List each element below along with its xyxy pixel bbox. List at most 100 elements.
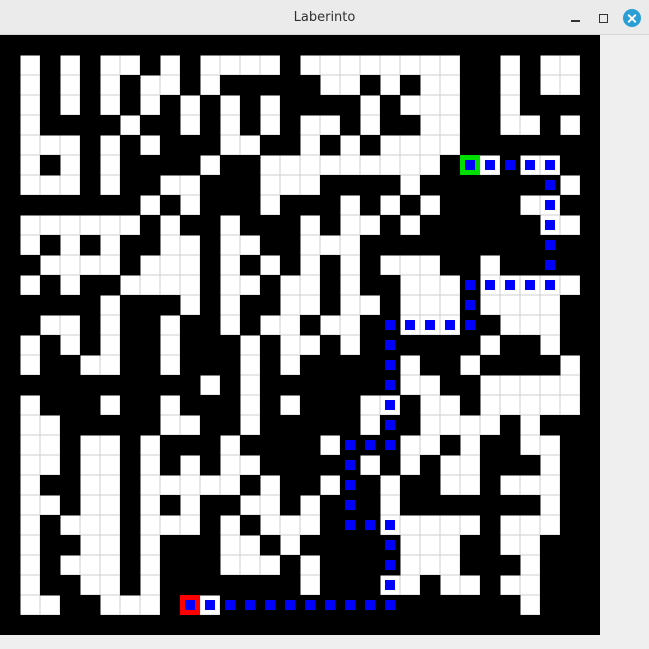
maze-wall-cell bbox=[260, 615, 281, 635]
maze-wall-cell bbox=[400, 475, 421, 496]
maze-wall-cell bbox=[540, 535, 561, 556]
maze-wall-cell bbox=[160, 115, 181, 136]
maze-wall-cell bbox=[580, 475, 600, 496]
maze-wall-cell bbox=[40, 155, 61, 176]
maze-wall-cell bbox=[160, 555, 181, 576]
maze-wall-cell bbox=[500, 455, 521, 476]
maze-wall-cell bbox=[0, 175, 21, 196]
maze-wall-cell bbox=[560, 95, 581, 116]
maze-wall-cell bbox=[0, 335, 21, 356]
maze-wall-cell bbox=[440, 175, 461, 196]
maze-wall-cell bbox=[0, 495, 21, 516]
maze-wall-cell bbox=[120, 375, 141, 396]
maze-wall-cell bbox=[200, 215, 221, 236]
maze-wall-cell bbox=[180, 75, 201, 96]
maze-wall-cell bbox=[560, 155, 581, 176]
maze-wall-cell bbox=[100, 195, 121, 216]
maze-wall-cell bbox=[280, 195, 301, 216]
maze-wall-cell bbox=[120, 515, 141, 536]
maze-wall-cell bbox=[420, 335, 441, 356]
maze-wall-cell bbox=[440, 35, 461, 56]
maze-wall-cell bbox=[300, 375, 321, 396]
maze-wall-cell bbox=[60, 595, 81, 616]
maze-wall-cell bbox=[240, 295, 261, 316]
maze-wall-cell bbox=[460, 235, 481, 256]
maze-wall-cell bbox=[320, 375, 341, 396]
maze-wall-cell bbox=[160, 375, 181, 396]
maze-wall-cell bbox=[380, 235, 401, 256]
maze-wall-cell bbox=[480, 475, 501, 496]
maze-wall-cell bbox=[500, 215, 521, 236]
maze-wall-cell bbox=[500, 135, 521, 156]
maze-wall-cell bbox=[120, 255, 141, 276]
window-titlebar[interactable]: Laberinto bbox=[0, 0, 649, 35]
maze-wall-cell bbox=[340, 355, 361, 376]
maze-wall-cell bbox=[40, 395, 61, 416]
maze-wall-cell bbox=[80, 295, 101, 316]
maze-wall-cell bbox=[220, 395, 241, 416]
maze-wall-cell bbox=[520, 355, 541, 376]
maze-wall-cell bbox=[0, 215, 21, 236]
maze-wall-cell bbox=[500, 595, 521, 616]
maze-wall-cell bbox=[460, 55, 481, 76]
maze-wall-cell bbox=[120, 475, 141, 496]
maze-wall-cell bbox=[340, 555, 361, 576]
path-marker bbox=[385, 560, 395, 570]
path-marker bbox=[385, 540, 395, 550]
maze-wall-cell bbox=[120, 355, 141, 376]
maze-wall-cell bbox=[340, 415, 361, 436]
maze-wall-cell bbox=[160, 535, 181, 556]
maze-wall-cell bbox=[340, 575, 361, 596]
maze-wall-cell bbox=[0, 515, 21, 536]
maze-wall-cell bbox=[100, 35, 121, 56]
path-marker bbox=[465, 160, 475, 170]
maze-wall-cell bbox=[500, 435, 521, 456]
maze-wall-cell bbox=[0, 295, 21, 316]
path-marker bbox=[345, 600, 355, 610]
close-icon bbox=[623, 9, 641, 27]
maze-wall-cell bbox=[320, 495, 341, 516]
maze-wall-cell bbox=[560, 455, 581, 476]
maze-wall-cell bbox=[340, 615, 361, 635]
maze-wall-cell bbox=[440, 375, 461, 396]
maze-wall-cell bbox=[260, 335, 281, 356]
maze-wall-cell bbox=[580, 275, 600, 296]
maze-wall-cell bbox=[360, 335, 381, 356]
maze-wall-cell bbox=[140, 35, 161, 56]
maze-wall-cell bbox=[500, 415, 521, 436]
maze-wall-cell bbox=[580, 55, 600, 76]
maze-wall-cell bbox=[280, 415, 301, 436]
maze-wall-cell bbox=[80, 155, 101, 176]
path-marker bbox=[305, 600, 315, 610]
maze-wall-cell bbox=[580, 575, 600, 596]
maze-wall-cell bbox=[280, 575, 301, 596]
maze-wall-cell bbox=[580, 555, 600, 576]
maze-wall-cell bbox=[0, 415, 21, 436]
maze-wall-cell bbox=[200, 335, 221, 356]
close-button[interactable] bbox=[622, 8, 642, 28]
maze-wall-cell bbox=[460, 555, 481, 576]
maximize-button[interactable] bbox=[593, 8, 613, 28]
path-marker bbox=[365, 520, 375, 530]
maze-wall-cell bbox=[300, 415, 321, 436]
maze-wall-cell bbox=[580, 615, 600, 635]
maze-wall-cell bbox=[20, 315, 41, 336]
maze-wall-cell bbox=[200, 175, 221, 196]
maze-wall-cell bbox=[80, 175, 101, 196]
maze-wall-cell bbox=[260, 135, 281, 156]
minimize-button[interactable] bbox=[565, 8, 585, 28]
maze-wall-cell bbox=[480, 195, 501, 216]
path-marker bbox=[385, 400, 395, 410]
maze-wall-cell bbox=[220, 195, 241, 216]
maze-wall-cell bbox=[320, 295, 341, 316]
maze-wall-cell bbox=[320, 555, 341, 576]
maze-wall-cell bbox=[60, 375, 81, 396]
maze-wall-cell bbox=[120, 135, 141, 156]
path-marker bbox=[245, 600, 255, 610]
maze-wall-cell bbox=[580, 235, 600, 256]
maze-wall-cell bbox=[380, 295, 401, 316]
maze-wall-cell bbox=[580, 255, 600, 276]
maze-wall-cell bbox=[360, 235, 381, 256]
maze-wall-cell bbox=[40, 55, 61, 76]
maze-wall-cell bbox=[120, 35, 141, 56]
